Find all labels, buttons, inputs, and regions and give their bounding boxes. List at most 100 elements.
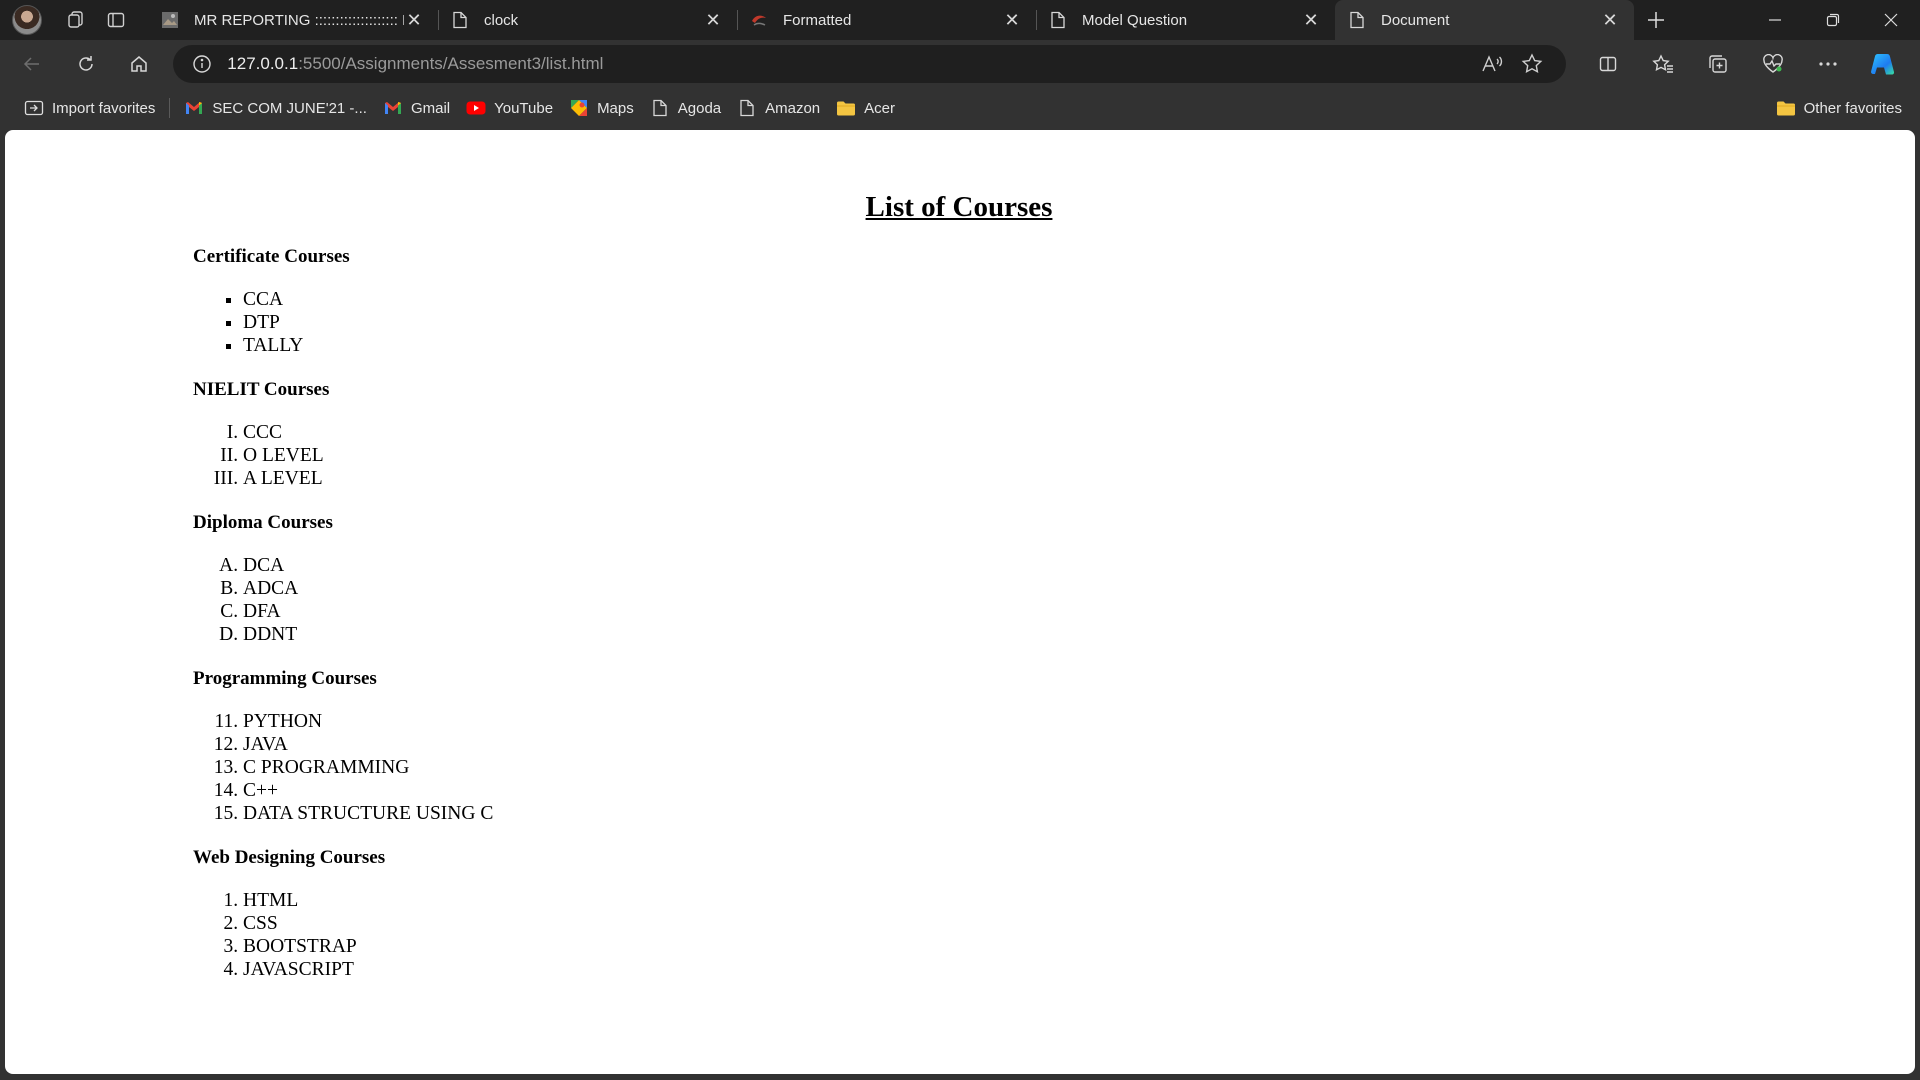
toolbar-actions (1580, 44, 1910, 84)
viewport-frame: List of Courses Certificate Courses CCA … (0, 128, 1920, 1080)
list-item: A LEVEL (243, 467, 1913, 490)
favorite-star-icon[interactable] (1512, 48, 1552, 80)
favorite-gmail[interactable]: Gmail (375, 93, 458, 123)
list-item: DDNT (243, 623, 1913, 646)
page-heading: List of Courses (865, 191, 1053, 223)
favorite-agoda[interactable]: Agoda (642, 93, 729, 123)
url-host: 127.0.0.1 (227, 54, 299, 73)
list-item: JAVA (243, 733, 1913, 756)
list-item: BOOTSTRAP (243, 935, 1913, 958)
section-heading-certificate: Certificate Courses (193, 246, 350, 267)
copilot-icon[interactable] (1855, 44, 1910, 84)
browser-chrome: MR REPORTING :::::::::::::::::::: PROCE … (0, 0, 1920, 128)
tab-document[interactable]: Document ✕ (1335, 0, 1634, 40)
close-icon[interactable]: ✕ (703, 10, 723, 30)
list-item: HTML (243, 889, 1913, 912)
tab-mr-reporting[interactable]: MR REPORTING :::::::::::::::::::: PROCE … (148, 0, 438, 40)
favorite-label: YouTube (494, 99, 554, 117)
folder-icon (1776, 98, 1796, 118)
list-item: PYTHON (243, 710, 1913, 733)
document-icon (1048, 10, 1068, 30)
document-icon (450, 10, 470, 30)
diploma-course-list: DCA ADCA DFA DDNT (193, 554, 1913, 646)
more-options-icon[interactable] (1800, 44, 1855, 84)
close-icon[interactable]: ✕ (404, 10, 424, 30)
list-item: CCC (243, 421, 1913, 444)
favorite-label: Acer (864, 99, 895, 117)
tab-strip: MR REPORTING :::::::::::::::::::: PROCE … (0, 0, 1920, 40)
tab-clock[interactable]: clock ✕ (438, 0, 737, 40)
document-icon (737, 98, 757, 118)
gmail-icon (184, 98, 204, 118)
youtube-icon (466, 98, 486, 118)
import-icon (24, 98, 44, 118)
collections-icon[interactable] (1690, 44, 1745, 84)
new-tab-button[interactable] (1634, 0, 1678, 40)
nielit-course-list: CCC O LEVEL A LEVEL (193, 421, 1913, 490)
profile-avatar[interactable] (12, 5, 42, 35)
brand-logo-icon (749, 10, 769, 30)
tab-actions-icon[interactable] (96, 0, 136, 40)
section-heading-web-designing: Web Designing Courses (193, 847, 386, 868)
minimize-icon[interactable] (1746, 0, 1804, 40)
tab-title: clock (484, 11, 519, 29)
favorite-import[interactable]: Import favorites (16, 93, 163, 123)
read-aloud-icon[interactable] (1472, 48, 1512, 80)
url-text[interactable]: 127.0.0.1:5500/Assignments/Assesment3/li… (227, 54, 1472, 74)
document-icon (650, 98, 670, 118)
tab-model-question[interactable]: Model Question ✕ (1036, 0, 1335, 40)
section-heading-nielit: NIELIT Courses (193, 379, 330, 400)
address-bar[interactable]: 127.0.0.1:5500/Assignments/Assesment3/li… (173, 45, 1566, 83)
programming-course-list: PYTHON JAVA C PROGRAMMING C++ DATA STRUC… (193, 710, 1913, 825)
tab-formatted[interactable]: Formatted ✕ (737, 0, 1036, 40)
address-toolbar: 127.0.0.1:5500/Assignments/Assesment3/li… (0, 40, 1920, 88)
page-viewport: List of Courses Certificate Courses CCA … (5, 130, 1915, 1074)
window-controls (1746, 0, 1920, 40)
list-item: TALLY (243, 334, 1913, 357)
list-item: DATA STRUCTURE USING C (243, 802, 1913, 825)
favorite-label: Amazon (765, 99, 821, 117)
divider (169, 98, 171, 118)
list-item: DCA (243, 554, 1913, 577)
list-item: C++ (243, 779, 1913, 802)
split-screen-icon[interactable] (1580, 44, 1635, 84)
list-item: CCA (243, 288, 1913, 311)
maps-icon (569, 98, 589, 118)
document-body: List of Courses Certificate Courses CCA … (193, 170, 1913, 981)
list-item: CSS (243, 912, 1913, 935)
favorite-amazon[interactable]: Amazon (729, 93, 828, 123)
image-thumbnail-icon (160, 10, 180, 30)
other-favorites[interactable]: Other favorites (1768, 93, 1910, 123)
favorite-label: Import favorites (52, 99, 156, 117)
site-info-icon[interactable] (191, 53, 213, 75)
tab-title: MR REPORTING :::::::::::::::::::: PROCE (194, 11, 404, 29)
restore-icon[interactable] (1804, 0, 1862, 40)
document-icon (1347, 10, 1367, 30)
section-heading-programming: Programming Courses (193, 668, 377, 689)
web-designing-course-list: HTML CSS BOOTSTRAP JAVASCRIPT (193, 889, 1913, 981)
refresh-icon[interactable] (64, 44, 108, 84)
favorite-acer[interactable]: Acer (828, 93, 903, 123)
certificate-course-list: CCA DTP TALLY (193, 288, 1913, 357)
back-icon[interactable] (10, 44, 54, 84)
favorite-youtube[interactable]: YouTube (458, 93, 561, 123)
close-icon[interactable]: ✕ (1002, 10, 1022, 30)
workspaces-icon[interactable] (56, 0, 96, 40)
list-item: JAVASCRIPT (243, 958, 1913, 981)
home-icon[interactable] (118, 44, 162, 84)
folder-icon (836, 98, 856, 118)
url-path: :5500/Assignments/Assesment3/list.html (298, 54, 604, 73)
list-item: ADCA (243, 577, 1913, 600)
favorite-label: Agoda (677, 99, 722, 117)
gmail-icon (383, 98, 403, 118)
favorite-sec-com[interactable]: SEC COM JUNE'21 -... (176, 93, 375, 123)
browser-essentials-icon[interactable] (1745, 44, 1800, 84)
favorites-icon[interactable] (1635, 44, 1690, 84)
close-icon[interactable]: ✕ (1301, 10, 1321, 30)
list-item: DTP (243, 311, 1913, 334)
close-icon[interactable]: ✕ (1600, 10, 1620, 30)
tab-title: Formatted (783, 11, 852, 29)
list-item: C PROGRAMMING (243, 756, 1913, 779)
close-window-icon[interactable] (1862, 0, 1920, 40)
favorite-maps[interactable]: Maps (561, 93, 642, 123)
